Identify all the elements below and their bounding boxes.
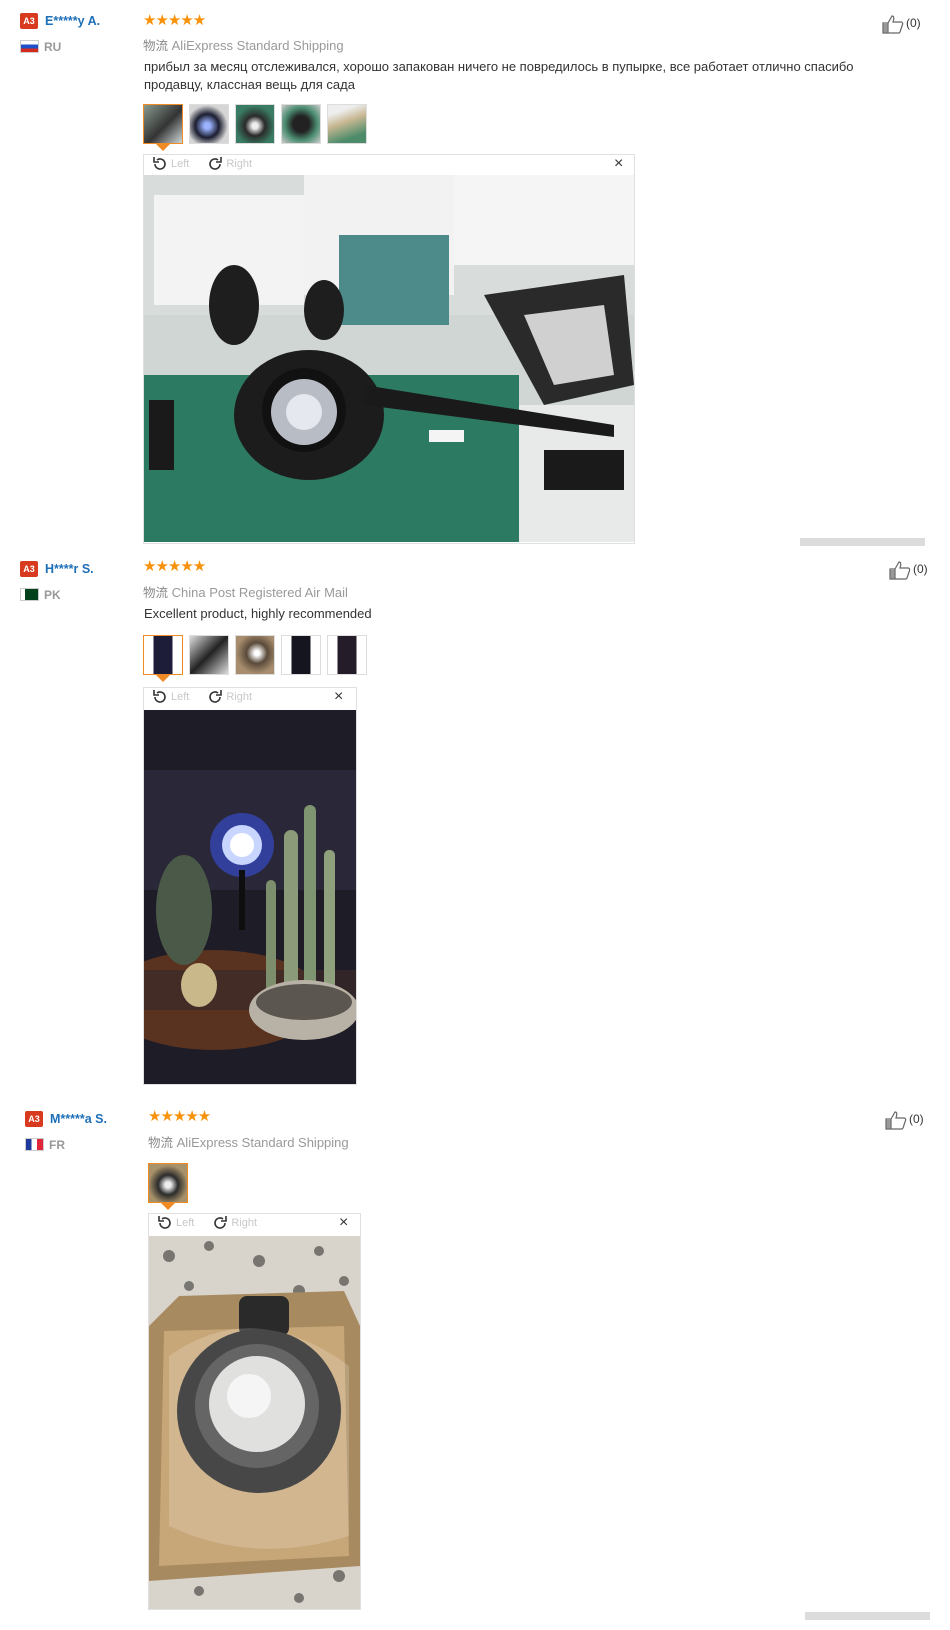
rotate-right-icon (209, 157, 223, 170)
shipping-name: AliExpress Standard Shipping (171, 38, 344, 53)
photo-thumbnails (143, 635, 367, 675)
review-text: прибыл за месяц отслеживался, хорошо зап… (144, 59, 854, 92)
photo-thumbnails (143, 104, 367, 144)
active-thumbnail-pointer (156, 144, 170, 151)
buyer-level-badge: A3 (20, 13, 38, 29)
viewer-close-button[interactable]: × (334, 689, 343, 705)
reviewer-country: PK (44, 588, 61, 602)
rotate-left-button[interactable]: Left (157, 1215, 194, 1231)
viewer-close-button[interactable]: × (614, 156, 623, 172)
photo-thumbnail[interactable] (327, 635, 367, 675)
thumbs-up-icon (885, 1111, 907, 1130)
shipping-label: 物流 (143, 39, 169, 53)
review-text: Excellent product, highly recommended (144, 606, 372, 621)
review-photo[interactable] (144, 710, 356, 1084)
flag-icon (25, 1138, 44, 1151)
rotate-right-label: Right (226, 691, 253, 703)
reviewer-country: FR (49, 1138, 65, 1152)
flag-icon (20, 40, 39, 53)
helpful-button[interactable]: (0) (882, 14, 921, 34)
horizontal-scrollbar[interactable] (800, 538, 925, 546)
star-rating: ★★★★★ (143, 558, 206, 575)
shipping-method: 物流 China Post Registered Air Mail (143, 582, 348, 601)
rotate-right-icon (214, 1216, 228, 1229)
horizontal-scrollbar[interactable] (805, 1612, 930, 1620)
helpful-button[interactable]: (0) (889, 560, 928, 580)
photo-thumbnail[interactable] (281, 104, 321, 144)
viewer-close-button[interactable]: × (339, 1215, 348, 1231)
shipping-method: 物流 AliExpress Standard Shipping (148, 1132, 349, 1151)
shipping-label: 物流 (148, 1136, 174, 1150)
rotate-left-icon (153, 690, 166, 703)
viewer-toolbar: Left Right (152, 155, 252, 173)
rotate-left-label: Left (171, 691, 190, 703)
thumbs-up-icon (889, 561, 911, 580)
rotate-left-button[interactable]: Left (152, 156, 189, 172)
rotate-right-button[interactable]: Right (207, 156, 252, 172)
review-photo[interactable] (149, 1236, 360, 1609)
shipping-label: 物流 (143, 586, 169, 600)
rotate-left-label: Left (171, 158, 190, 170)
rotate-right-label: Right (226, 158, 253, 170)
reviewer-country: RU (44, 40, 62, 54)
shipping-name: China Post Registered Air Mail (171, 585, 348, 600)
star-rating: ★★★★★ (148, 1108, 211, 1125)
photo-thumbnail[interactable] (143, 635, 183, 675)
viewer-toolbar: Left Right (152, 688, 252, 706)
rotate-left-icon (153, 157, 166, 170)
photo-thumbnail[interactable] (281, 635, 321, 675)
photo-thumbnail[interactable] (235, 635, 275, 675)
shipping-method: 物流 AliExpress Standard Shipping (143, 35, 344, 54)
reviewer-name[interactable]: H****r S. (45, 562, 94, 576)
photo-thumbnail[interactable] (327, 104, 367, 144)
buyer-level-badge: A3 (20, 561, 38, 577)
review-photo[interactable] (144, 175, 634, 542)
active-thumbnail-pointer (161, 1203, 175, 1210)
rotate-right-icon (209, 690, 223, 703)
photo-thumbnail[interactable] (235, 104, 275, 144)
helpful-count: (0) (906, 16, 921, 31)
photo-thumbnails (148, 1163, 188, 1203)
reviewer-name[interactable]: M*****a S. (50, 1112, 107, 1126)
photo-thumbnail[interactable] (148, 1163, 188, 1203)
rotate-left-icon (158, 1216, 171, 1229)
photo-thumbnail[interactable] (189, 635, 229, 675)
active-thumbnail-pointer (156, 675, 170, 682)
photo-thumbnail[interactable] (189, 104, 229, 144)
photo-thumbnail[interactable] (143, 104, 183, 144)
thumbs-up-icon (882, 15, 904, 34)
rotate-left-label: Left (176, 1217, 195, 1229)
star-rating: ★★★★★ (143, 12, 206, 29)
buyer-level-badge: A3 (25, 1111, 43, 1127)
viewer-toolbar: Left Right (157, 1214, 257, 1232)
helpful-count: (0) (909, 1112, 924, 1127)
photo-viewer: Left Right × (143, 154, 635, 544)
rotate-right-label: Right (231, 1217, 258, 1229)
rotate-right-button[interactable]: Right (207, 689, 252, 705)
helpful-button[interactable]: (0) (885, 1110, 924, 1130)
photo-viewer: Left Right × (148, 1213, 361, 1610)
rotate-right-button[interactable]: Right (212, 1215, 257, 1231)
helpful-count: (0) (913, 562, 928, 577)
flag-icon (20, 588, 39, 601)
reviewer-name[interactable]: E*****y A. (45, 14, 100, 28)
shipping-name: AliExpress Standard Shipping (176, 1135, 349, 1150)
rotate-left-button[interactable]: Left (152, 689, 189, 705)
photo-viewer: Left Right × (143, 687, 357, 1085)
